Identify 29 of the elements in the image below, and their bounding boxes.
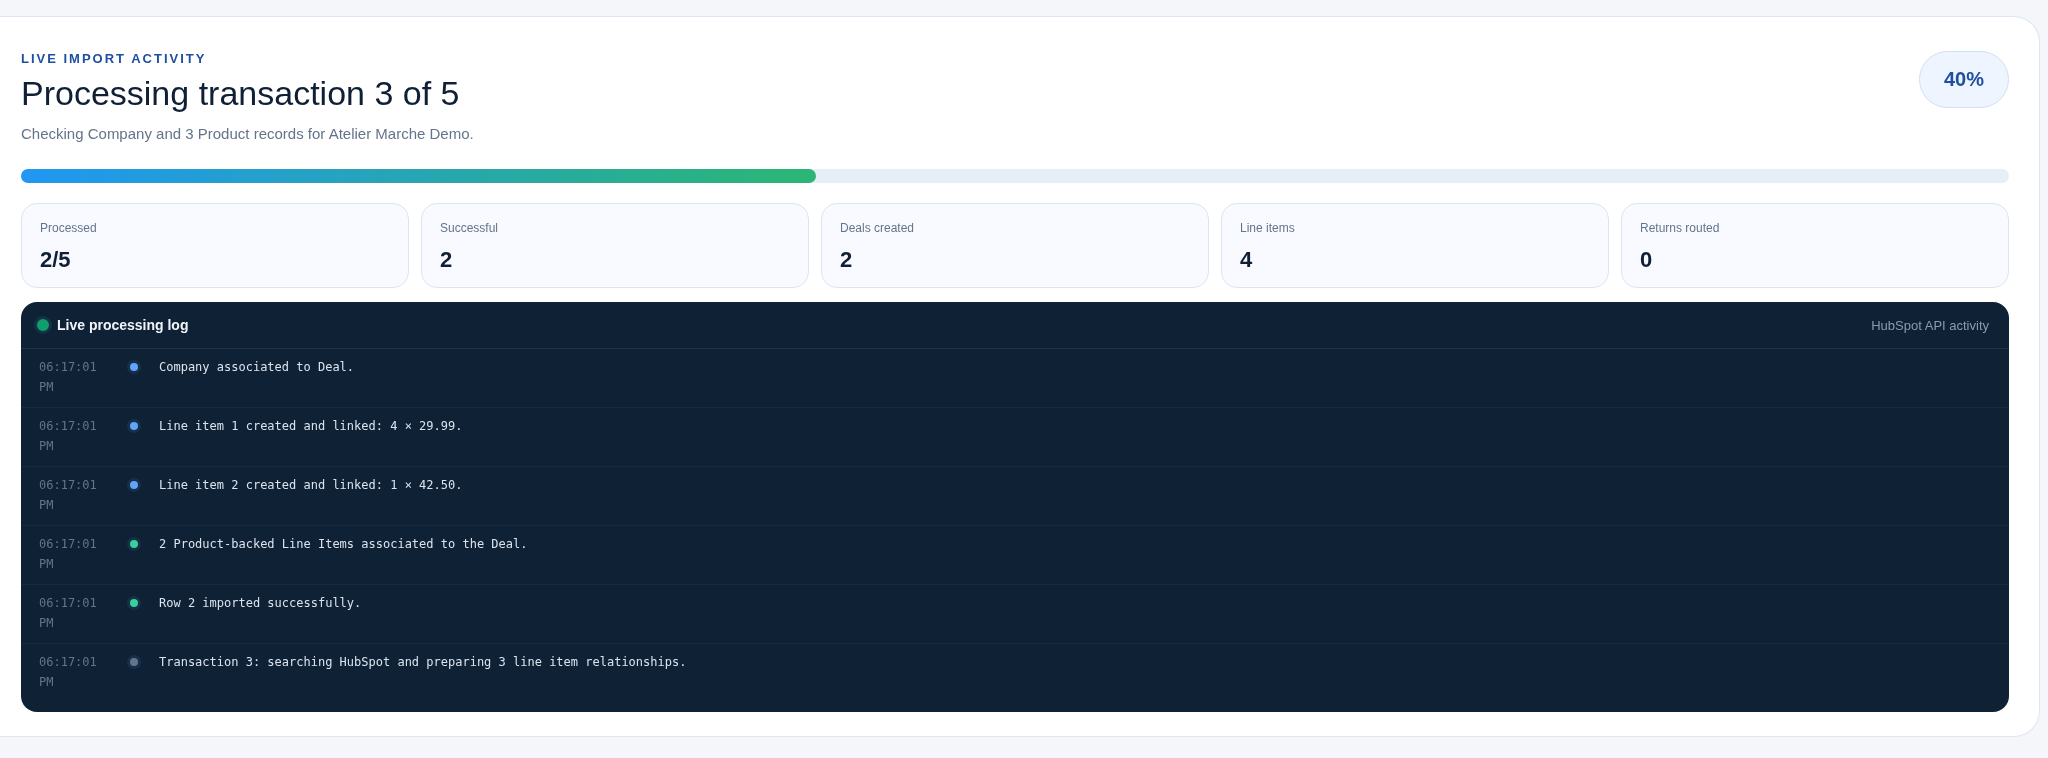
log-message: Transaction 3: searching HubSpot and preparing 3 line item relationships. (159, 654, 687, 671)
log-message: Row 2 imported successfully. (159, 595, 362, 612)
log-caption: HubSpot API activity (1871, 317, 1989, 333)
stat-value: 2 (840, 247, 854, 273)
stat-value: 0 (1640, 247, 1654, 273)
stat-label: Returns routed (1640, 221, 1721, 235)
log-timestamp: 06:17:01 PM (39, 359, 98, 396)
log-message: Line item 1 created and linked: 4 × 29.99. (159, 418, 463, 435)
stat-value: 2/5 (40, 247, 72, 273)
live-status-icon (37, 319, 49, 331)
stat-label: Successful (440, 221, 500, 235)
log-message: Company associated to Deal. (159, 359, 355, 376)
log-timestamp: 06:17:01 PM (39, 536, 98, 573)
log-message: Line item 2 created and linked: 1 × 42.50. (159, 477, 463, 494)
stat-label: Processed (40, 221, 98, 235)
stat-value: 2 (440, 247, 454, 273)
page-subtitle: Checking Company and 3 Product records for Atelier Marche Demo. (21, 125, 474, 142)
stat-label: Deals created (840, 221, 916, 235)
section-kicker: LIVE IMPORT ACTIVITY (21, 51, 208, 66)
log-title: Live processing log (57, 317, 189, 333)
log-message: 2 Product-backed Line Items associated to the Deal. (159, 536, 528, 553)
stat-label: Line items (1240, 221, 1296, 235)
percent-badge: 40% (1918, 51, 2009, 108)
stat-value: 4 (1240, 247, 1254, 273)
log-timestamp: 06:17:01 PM (39, 654, 98, 691)
log-timestamp: 06:17:01 PM (39, 418, 98, 455)
log-timestamp: 06:17:01 PM (39, 477, 98, 514)
page-title: Processing transaction 3 of 5 (21, 74, 461, 113)
log-timestamp: 06:17:01 PM (39, 595, 98, 632)
